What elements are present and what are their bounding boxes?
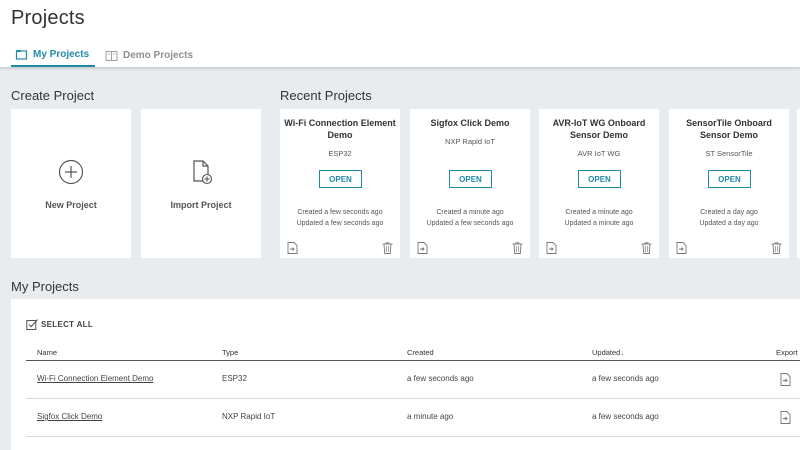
- tab-demo-projects[interactable]: Demo Projects: [105, 44, 193, 67]
- table-header: Name Type Created Updated↓ Export: [26, 347, 800, 361]
- recent-project-updated: Updated a day ago: [699, 220, 759, 227]
- column-header-updated[interactable]: Updated↓: [592, 348, 624, 357]
- open-button[interactable]: OPEN: [319, 170, 362, 188]
- recent-project-title: AVR-IoT WG Onboard Sensor Demo: [552, 118, 646, 140]
- column-header-name[interactable]: Name: [37, 348, 57, 357]
- recent-project-type: AVR IoT WG: [577, 149, 621, 158]
- export-icon[interactable]: [546, 241, 557, 254]
- import-file-icon: [188, 159, 214, 190]
- new-project-card[interactable]: New Project: [11, 109, 131, 258]
- recent-project-created: Created a day ago: [700, 209, 758, 216]
- sort-desc-icon: ↓: [620, 348, 625, 357]
- import-project-label: Import Project: [170, 200, 232, 210]
- trash-icon[interactable]: [641, 241, 652, 254]
- folder-icon: [15, 48, 28, 61]
- recent-project-card: SensorTile Onboard Sensor Demo ST Sensor…: [669, 109, 789, 258]
- recent-project-type: ST SensorTile: [705, 149, 753, 158]
- project-updated: a few seconds ago: [592, 412, 659, 421]
- book-icon: [105, 49, 118, 62]
- project-updated: a few seconds ago: [592, 374, 659, 383]
- tab-my-projects-label: My Projects: [33, 49, 90, 60]
- recent-project-card: AVR-IoT WG Onboard Sensor Demo AVR IoT W…: [539, 109, 659, 258]
- column-header-type[interactable]: Type: [222, 348, 238, 357]
- checkbox-icon: [26, 318, 39, 331]
- trash-icon[interactable]: [382, 241, 393, 254]
- new-project-label: New Project: [45, 200, 97, 210]
- export-icon[interactable]: [780, 373, 791, 386]
- import-project-card[interactable]: Import Project: [141, 109, 261, 258]
- project-created: a few seconds ago: [407, 374, 474, 383]
- table-row: Sigfox Click Demo NXP Rapid IoT a minute…: [26, 399, 800, 437]
- recent-project-created: Created a minute ago: [436, 209, 504, 216]
- project-name-link[interactable]: Sigfox Click Demo: [37, 412, 102, 421]
- recent-project-type: ESP32: [328, 149, 352, 158]
- open-button[interactable]: OPEN: [449, 170, 492, 188]
- my-projects-heading: My Projects: [11, 279, 79, 294]
- recent-projects-heading: Recent Projects: [280, 88, 372, 103]
- open-button[interactable]: OPEN: [708, 170, 751, 188]
- recent-project-type: NXP Rapid IoT: [445, 137, 495, 146]
- plus-circle-icon: [58, 159, 84, 190]
- recent-project-updated: Updated a minute ago: [564, 220, 634, 227]
- select-all-label: SELECT ALL: [41, 320, 94, 329]
- recent-project-updated: Updated a few seconds ago: [426, 220, 514, 227]
- project-name-link[interactable]: Wi-Fi Connection Element Demo: [37, 374, 153, 383]
- table-row: Wi-Fi Connection Element Demo ESP32 a fe…: [26, 361, 800, 399]
- create-project-heading: Create Project: [11, 88, 95, 103]
- trash-icon[interactable]: [771, 241, 782, 254]
- project-created: a minute ago: [407, 412, 454, 421]
- column-header-created[interactable]: Created: [407, 348, 434, 357]
- recent-project-card: Wi-Fi Connection Element Demo ESP32 OPEN…: [280, 109, 400, 258]
- tab-my-projects[interactable]: My Projects: [11, 44, 95, 67]
- recent-project-created: Created a few seconds ago: [297, 209, 383, 216]
- project-type: NXP Rapid IoT: [222, 412, 276, 421]
- recent-project-title: SensorTile Onboard Sensor Demo: [686, 118, 772, 140]
- trash-icon[interactable]: [512, 241, 523, 254]
- open-button[interactable]: OPEN: [578, 170, 621, 188]
- recent-project-updated: Updated a few seconds ago: [296, 220, 384, 227]
- select-all-button[interactable]: SELECT ALL: [26, 318, 93, 331]
- export-icon[interactable]: [676, 241, 687, 254]
- recent-project-title: Sigfox Click Demo: [430, 118, 510, 128]
- export-icon[interactable]: [417, 241, 428, 254]
- recent-project-title: Wi-Fi Connection Element Demo: [284, 118, 396, 140]
- export-icon[interactable]: [780, 411, 791, 424]
- page-header: Projects My Projects Demo Projects: [0, 0, 800, 68]
- column-header-export: Export: [776, 348, 798, 357]
- recent-project-card: Sigfox Click Demo NXP Rapid IoT OPEN Cre…: [410, 109, 530, 258]
- page-title: Projects: [11, 7, 85, 29]
- tab-demo-projects-label: Demo Projects: [123, 50, 194, 61]
- export-icon[interactable]: [287, 241, 298, 254]
- projects-table-panel: SELECT ALL Name Type Created Updated↓ Ex…: [11, 299, 800, 450]
- recent-project-created: Created a minute ago: [565, 209, 633, 216]
- project-type: ESP32: [222, 374, 247, 383]
